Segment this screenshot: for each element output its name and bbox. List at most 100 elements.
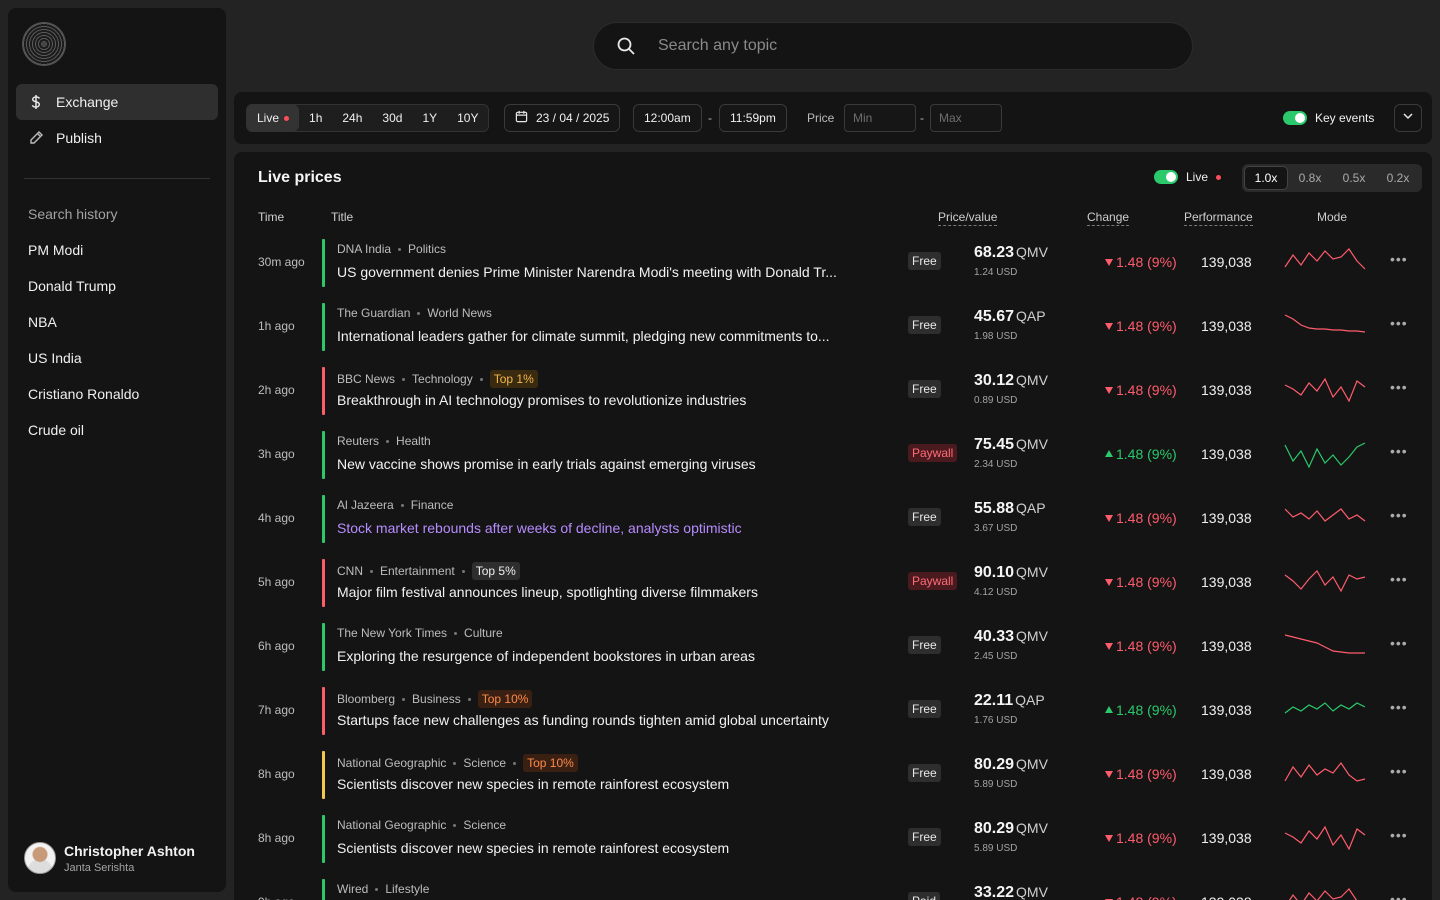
user-profile[interactable]: Christopher Ashton Janta Serishta	[24, 842, 195, 874]
price-value: 75.45 QMV	[974, 436, 1048, 454]
table-row[interactable]: 8h ago National Geographic Science Scien…	[234, 807, 1432, 871]
time-to[interactable]: 11:59pm	[719, 104, 787, 132]
more-options-icon[interactable]: •••	[1390, 827, 1408, 843]
separator-dot	[398, 247, 402, 251]
table-row[interactable]: 8h ago National Geographic Science Top 1…	[234, 743, 1432, 807]
article-title[interactable]: New vaccine shows promise in early trial…	[337, 456, 849, 472]
more-options-icon[interactable]: •••	[1390, 251, 1408, 267]
table-row[interactable]: 9h ago Wired Lifestyle Paid 33.22QMV 1.4…	[234, 871, 1432, 900]
expand-filters-button[interactable]	[1394, 104, 1422, 132]
filter-bar: Live 1h 24h 30d 1Y 10Y 23 / 04 / 2025 12…	[234, 92, 1432, 144]
more-options-icon[interactable]: •••	[1390, 443, 1408, 459]
price-unit: QAP	[1016, 500, 1046, 516]
speed-1x[interactable]: 1.0x	[1244, 166, 1288, 190]
range-1y[interactable]: 1Y	[412, 105, 447, 131]
history-item[interactable]: PM Modi	[28, 232, 218, 268]
article-title[interactable]: Scientists discover new species in remot…	[337, 840, 849, 856]
row-meta: National Geographic Science Top 10%	[337, 754, 578, 772]
range-1h[interactable]: 1h	[299, 105, 332, 131]
performance-value: 139,038	[1201, 254, 1252, 270]
table-row[interactable]: 7h ago Bloomberg Business Top 10% Startu…	[234, 679, 1432, 743]
separator-dot	[370, 569, 373, 573]
speed-0-2x[interactable]: 0.2x	[1376, 166, 1420, 190]
article-title[interactable]: US government denies Prime Minister Nare…	[337, 264, 849, 280]
article-title[interactable]: International leaders gather for climate…	[337, 328, 849, 344]
triangle-down-icon	[1104, 638, 1114, 654]
profile-subtitle: Janta Serishta	[64, 861, 135, 874]
sidebar-item-publish[interactable]: Publish	[16, 120, 218, 156]
status-bar	[322, 815, 325, 863]
table-row[interactable]: 4h ago Al Jazeera Finance Stock market r…	[234, 487, 1432, 551]
price-max-input[interactable]	[930, 104, 1002, 132]
change-value: 1.48 (9%)	[1104, 702, 1177, 718]
separator-dot	[454, 631, 458, 635]
article-title[interactable]: Exploring the resurgence of independent …	[337, 648, 849, 664]
article-title[interactable]: Scientists discover new species in remot…	[337, 776, 849, 792]
price-unit: QMV	[1016, 564, 1048, 580]
category-label: Finance	[410, 498, 454, 512]
separator-dot	[461, 569, 465, 573]
price-unit: QMV	[1016, 820, 1048, 836]
rank-tag: Top 5%	[471, 562, 520, 580]
sidebar: Exchange Publish Search history PM Modi …	[8, 8, 226, 892]
table-row[interactable]: 30m ago DNA India Politics US government…	[234, 231, 1432, 295]
key-events-toggle[interactable]	[1283, 111, 1307, 125]
time-from[interactable]: 12:00am	[633, 104, 702, 132]
more-options-icon[interactable]: •••	[1390, 891, 1408, 900]
price-number: 30.12	[974, 372, 1015, 389]
sparkline-path	[1284, 442, 1366, 469]
history-item[interactable]: NBA	[28, 304, 218, 340]
range-10y[interactable]: 10Y	[447, 105, 488, 131]
table-row[interactable]: 1h ago The Guardian World News Internati…	[234, 295, 1432, 359]
performance-value: 139,038	[1201, 638, 1252, 654]
table-row[interactable]: 5h ago CNN Entertainment Top 5% Major fi…	[234, 551, 1432, 615]
change-value: 1.48 (9%)	[1104, 830, 1177, 846]
pen-icon	[28, 130, 44, 146]
col-change[interactable]: Change	[1087, 210, 1130, 226]
more-options-icon[interactable]: •••	[1390, 635, 1408, 651]
article-title[interactable]: Startups face new challenges as funding …	[337, 712, 849, 728]
more-options-icon[interactable]: •••	[1390, 315, 1408, 331]
more-options-icon[interactable]: •••	[1390, 571, 1408, 587]
live-toggle[interactable]	[1154, 170, 1178, 184]
triangle-down-icon	[1104, 894, 1114, 900]
more-options-icon[interactable]: •••	[1390, 507, 1408, 523]
table-row[interactable]: 3h ago Reuters Health New vaccine shows …	[234, 423, 1432, 487]
price-min-input[interactable]	[844, 104, 916, 132]
history-item[interactable]: US India	[28, 340, 218, 376]
table-row[interactable]: 2h ago BBC News Technology Top 1% Breakt…	[234, 359, 1432, 423]
article-title[interactable]: Stock market rebounds after weeks of dec…	[337, 520, 849, 536]
live-prices-panel: Live prices Live 1.0x 0.8x 0.5x 0.2x Tim…	[234, 152, 1432, 900]
status-bar	[322, 559, 325, 607]
change-text: 1.48 (9%)	[1116, 894, 1177, 900]
range-24h[interactable]: 24h	[332, 105, 372, 131]
col-performance[interactable]: Performance	[1184, 210, 1253, 226]
time-separator: -	[708, 111, 712, 125]
logo[interactable]	[22, 22, 66, 66]
row-meta: Bloomberg Business Top 10%	[337, 690, 533, 708]
separator-dot	[467, 697, 471, 701]
more-options-icon[interactable]: •••	[1390, 699, 1408, 715]
speed-0-5x[interactable]: 0.5x	[1332, 166, 1376, 190]
more-options-icon[interactable]: •••	[1390, 379, 1408, 395]
history-item[interactable]: Donald Trump	[28, 268, 218, 304]
triangle-down-icon	[1104, 382, 1114, 398]
date-picker[interactable]: 23 / 04 / 2025	[504, 104, 621, 132]
price-value: 22.11 QAP	[974, 692, 1045, 710]
sidebar-item-exchange[interactable]: Exchange	[16, 84, 218, 120]
history-item[interactable]: Crude oil	[28, 412, 218, 448]
history-item[interactable]: Cristiano Ronaldo	[28, 376, 218, 412]
sparkline-path	[1284, 248, 1366, 270]
range-30d[interactable]: 30d	[372, 105, 412, 131]
separator-dot	[453, 823, 457, 827]
article-title[interactable]: Breakthrough in AI technology promises t…	[337, 392, 849, 408]
more-options-icon[interactable]: •••	[1390, 763, 1408, 779]
sparkline	[1284, 702, 1366, 714]
table-row[interactable]: 6h ago The New York Times Culture Explor…	[234, 615, 1432, 679]
search-input[interactable]	[658, 37, 1138, 55]
col-price[interactable]: Price/value	[938, 210, 998, 226]
speed-0-8x[interactable]: 0.8x	[1288, 166, 1332, 190]
article-title[interactable]: Major film festival announces lineup, sp…	[337, 584, 849, 600]
sidebar-item-label: Publish	[56, 130, 102, 146]
range-live[interactable]: Live	[247, 105, 300, 131]
